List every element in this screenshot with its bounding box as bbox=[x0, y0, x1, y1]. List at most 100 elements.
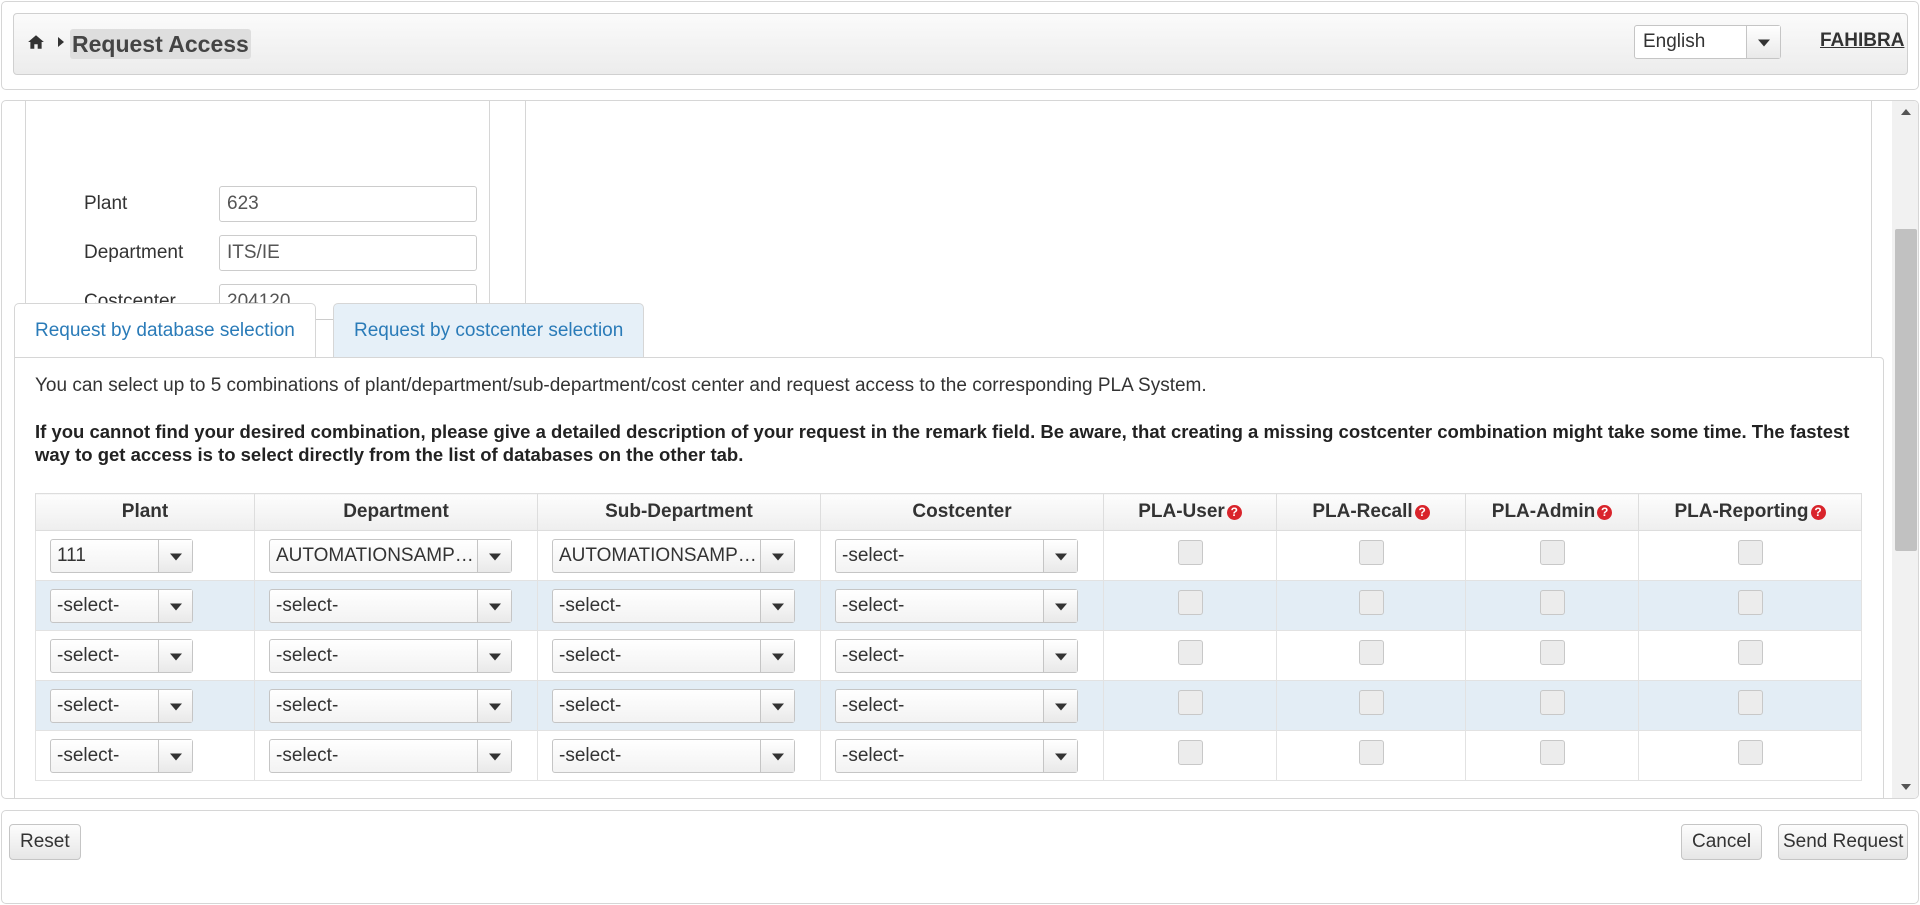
vertical-scrollbar[interactable] bbox=[1892, 101, 1918, 798]
chevron-down-icon[interactable] bbox=[477, 639, 511, 672]
tab-costcenter-selection[interactable]: Request by costcenter selection bbox=[333, 303, 645, 358]
department-dropdown[interactable]: -select- bbox=[269, 688, 512, 723]
table-row: -select- -select- -select- -select- bbox=[35, 730, 1862, 781]
table-row: -select- -select- -select- -select- bbox=[35, 580, 1862, 631]
home-icon[interactable] bbox=[27, 33, 45, 51]
help-icon[interactable]: ? bbox=[1226, 505, 1242, 520]
chevron-down-icon[interactable] bbox=[760, 689, 794, 722]
department-dropdown[interactable]: -select- bbox=[269, 588, 512, 623]
costcenter-dropdown[interactable]: -select- bbox=[835, 688, 1078, 723]
pla-admin-checkbox[interactable] bbox=[1539, 540, 1565, 565]
table-header-row: Plant Department Sub-Department Costcent… bbox=[35, 493, 1862, 531]
tab-content-costcenter: You can select up to 5 combinations of p… bbox=[14, 357, 1884, 798]
pla-reporting-checkbox[interactable] bbox=[1737, 590, 1763, 615]
page-title: Request Access bbox=[70, 29, 251, 59]
column-header-plant: Plant bbox=[35, 493, 255, 531]
pla-user-checkbox[interactable] bbox=[1177, 740, 1203, 765]
table-row: -select- -select- -select- -select- bbox=[35, 680, 1862, 731]
chevron-down-icon[interactable] bbox=[158, 539, 192, 572]
plant-dropdown[interactable]: -select- bbox=[50, 638, 193, 673]
language-select[interactable]: English bbox=[1634, 25, 1781, 59]
scrollbar-thumb[interactable] bbox=[1895, 229, 1917, 551]
column-header-pla-user: PLA-User? bbox=[1103, 493, 1277, 531]
scroll-up-icon[interactable] bbox=[1892, 101, 1918, 123]
subdepartment-dropdown[interactable]: -select- bbox=[552, 738, 795, 773]
chevron-down-icon[interactable] bbox=[477, 589, 511, 622]
pla-admin-checkbox[interactable] bbox=[1539, 690, 1565, 715]
department-dropdown[interactable]: -select- bbox=[269, 738, 512, 773]
chevron-down-icon[interactable] bbox=[477, 739, 511, 772]
chevron-down-icon[interactable] bbox=[1043, 739, 1077, 772]
table-row: -select- -select- -select- -select- bbox=[35, 630, 1862, 681]
pla-user-checkbox[interactable] bbox=[1177, 640, 1203, 665]
costcenter-dropdown[interactable]: -select- bbox=[835, 538, 1078, 573]
chevron-right-icon bbox=[58, 37, 64, 47]
plant-label: Plant bbox=[84, 193, 128, 214]
reset-button[interactable]: Reset bbox=[9, 824, 81, 860]
plant-field[interactable]: 623 bbox=[219, 186, 477, 222]
help-icon[interactable]: ? bbox=[1810, 505, 1826, 520]
plant-dropdown[interactable]: -select- bbox=[50, 588, 193, 623]
costcenter-dropdown[interactable]: -select- bbox=[835, 588, 1078, 623]
subdepartment-dropdown[interactable]: -select- bbox=[552, 638, 795, 673]
pla-recall-checkbox[interactable] bbox=[1358, 690, 1384, 715]
pla-recall-checkbox[interactable] bbox=[1358, 590, 1384, 615]
plant-dropdown[interactable]: 111 bbox=[50, 538, 193, 573]
costcenter-dropdown[interactable]: -select- bbox=[835, 638, 1078, 673]
pla-user-checkbox[interactable] bbox=[1177, 590, 1203, 615]
cancel-button[interactable]: Cancel bbox=[1681, 824, 1763, 860]
chevron-down-icon[interactable] bbox=[1043, 589, 1077, 622]
subdepartment-dropdown[interactable]: -select- bbox=[552, 688, 795, 723]
chevron-down-icon[interactable] bbox=[760, 739, 794, 772]
pla-reporting-checkbox[interactable] bbox=[1737, 690, 1763, 715]
costcenter-dropdown[interactable]: -select- bbox=[835, 738, 1078, 773]
pla-admin-checkbox[interactable] bbox=[1539, 640, 1565, 665]
chevron-down-icon[interactable] bbox=[158, 589, 192, 622]
subdepartment-dropdown[interactable]: -select- bbox=[552, 588, 795, 623]
help-icon[interactable]: ? bbox=[1414, 505, 1430, 520]
pla-admin-checkbox[interactable] bbox=[1539, 590, 1565, 615]
chevron-down-icon[interactable] bbox=[1043, 639, 1077, 672]
column-header-pla-recall: PLA-Recall? bbox=[1276, 493, 1466, 531]
chevron-down-icon[interactable] bbox=[158, 739, 192, 772]
remark-field[interactable] bbox=[525, 101, 1872, 388]
pla-reporting-checkbox[interactable] bbox=[1737, 640, 1763, 665]
column-header-pla-admin: PLA-Admin? bbox=[1465, 493, 1639, 531]
department-field[interactable]: ITS/IE bbox=[219, 235, 477, 271]
scroll-down-icon[interactable] bbox=[1892, 776, 1918, 798]
main-scroll-panel: Plant 623 Department ITS/IE Costcenter 2… bbox=[1, 100, 1919, 799]
chevron-down-icon[interactable] bbox=[1043, 539, 1077, 572]
chevron-down-icon[interactable] bbox=[760, 589, 794, 622]
chevron-down-icon[interactable] bbox=[477, 689, 511, 722]
subdepartment-dropdown[interactable]: AUTOMATIONSAMPLE bbox=[552, 538, 795, 573]
chevron-down-icon[interactable] bbox=[158, 639, 192, 672]
chevron-down-icon[interactable] bbox=[1043, 689, 1077, 722]
pla-recall-checkbox[interactable] bbox=[1358, 740, 1384, 765]
column-header-department: Department bbox=[254, 493, 538, 531]
plant-dropdown[interactable]: -select- bbox=[50, 738, 193, 773]
plant-dropdown[interactable]: -select- bbox=[50, 688, 193, 723]
pla-admin-checkbox[interactable] bbox=[1539, 740, 1565, 765]
pla-reporting-checkbox[interactable] bbox=[1737, 540, 1763, 565]
footer-panel: Reset Cancel Send Request bbox=[1, 810, 1919, 904]
department-dropdown[interactable]: -select- bbox=[269, 638, 512, 673]
pla-user-checkbox[interactable] bbox=[1177, 690, 1203, 715]
language-select-value: English bbox=[1643, 31, 1706, 52]
chevron-down-icon[interactable] bbox=[158, 689, 192, 722]
chevron-down-icon[interactable] bbox=[477, 539, 511, 572]
chevron-down-icon[interactable] bbox=[1746, 26, 1780, 58]
column-header-pla-reporting: PLA-Reporting? bbox=[1638, 493, 1862, 531]
tab-database-selection[interactable]: Request by database selection bbox=[14, 303, 316, 358]
department-label: Department bbox=[84, 242, 184, 263]
department-dropdown[interactable]: AUTOMATIONSAMPLE bbox=[269, 538, 512, 573]
pla-recall-checkbox[interactable] bbox=[1358, 640, 1384, 665]
send-request-button[interactable]: Send Request bbox=[1778, 824, 1909, 860]
help-icon[interactable]: ? bbox=[1597, 505, 1613, 520]
column-header-subdepartment: Sub-Department bbox=[537, 493, 821, 531]
chevron-down-icon[interactable] bbox=[760, 539, 794, 572]
pla-user-checkbox[interactable] bbox=[1177, 540, 1203, 565]
chevron-down-icon[interactable] bbox=[760, 639, 794, 672]
pla-reporting-checkbox[interactable] bbox=[1737, 740, 1763, 765]
pla-recall-checkbox[interactable] bbox=[1358, 540, 1384, 565]
user-link[interactable]: FAHIBRA bbox=[1820, 30, 1904, 52]
